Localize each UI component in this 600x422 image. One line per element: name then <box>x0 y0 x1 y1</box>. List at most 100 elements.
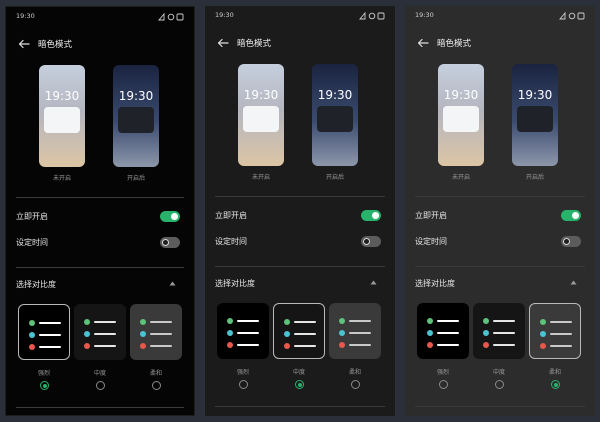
page-title: 暗色模式 <box>237 39 272 49</box>
phone-panel-soft: 19:30 暗色模式 19:30 19:30 未开启 开启后 立即开启 设定时间… <box>405 6 595 416</box>
preview-time: 19:30 <box>317 88 353 102</box>
contrast-option-label: 强烈 <box>236 369 249 376</box>
contrast-option-soft[interactable] <box>529 303 581 359</box>
contrast-radio-soft[interactable] <box>351 380 360 389</box>
phone-panel-strong: 19:30 暗色模式 19:30 19:30 未开启 开启后 立即开启 设定时间… <box>5 6 195 416</box>
green-dot-icon <box>140 319 146 325</box>
preview-off-label: 未开启 <box>52 175 71 182</box>
preview-off: 19:30 <box>39 65 85 167</box>
text-line-icon <box>437 344 459 346</box>
preview-time: 19:30 <box>44 89 80 103</box>
contrast-section-header[interactable]: 选择对比度 <box>215 277 385 291</box>
back-arrow-icon[interactable] <box>417 38 429 48</box>
contrast-section-title: 选择对比度 <box>415 279 455 288</box>
contrast-option-soft[interactable] <box>329 303 381 359</box>
contrast-option-medium[interactable] <box>273 303 325 359</box>
divider <box>215 406 385 407</box>
preview-on: 19:30 <box>312 64 358 166</box>
schedule-toggle[interactable] <box>160 237 180 248</box>
signal-icon <box>359 12 366 20</box>
status-bar: 19:30 <box>415 11 585 21</box>
setting-row-schedule[interactable]: 设定时间 <box>415 234 585 250</box>
contrast-radio-soft[interactable] <box>152 381 161 390</box>
chevron-up-icon[interactable] <box>370 280 377 285</box>
preview-widget <box>118 107 154 133</box>
red-dot-icon <box>540 343 546 349</box>
cyan-dot-icon <box>140 331 146 337</box>
title-bar: 暗色模式 <box>213 36 387 52</box>
schedule-toggle[interactable] <box>561 236 581 247</box>
green-dot-icon <box>29 320 35 326</box>
text-line-icon <box>94 321 116 323</box>
preview-time: 19:30 <box>243 88 279 102</box>
contrast-option-medium[interactable] <box>473 303 525 359</box>
back-arrow-icon[interactable] <box>18 39 30 49</box>
contrast-radio-medium[interactable] <box>295 380 304 389</box>
contrast-radio-soft[interactable] <box>551 380 560 389</box>
text-line-icon <box>294 333 316 335</box>
contrast-section-header[interactable]: 选择对比度 <box>415 277 585 291</box>
contrast-radio-strong[interactable] <box>239 380 248 389</box>
contrast-option-soft[interactable] <box>130 304 182 360</box>
red-dot-icon <box>427 342 433 348</box>
wifi-icon <box>368 12 376 20</box>
signal-icon <box>158 13 165 21</box>
contrast-radio-medium[interactable] <box>495 380 504 389</box>
green-dot-icon <box>483 318 489 324</box>
toggle-knob <box>171 213 178 220</box>
chevron-up-icon[interactable] <box>570 280 577 285</box>
contrast-radio-medium[interactable] <box>96 381 105 390</box>
text-line-icon <box>237 332 259 334</box>
preview-time: 19:30 <box>517 88 553 102</box>
cyan-dot-icon <box>339 330 345 336</box>
contrast-radio-strong[interactable] <box>40 381 49 390</box>
toggle-knob <box>372 212 379 219</box>
chevron-up-icon[interactable] <box>169 281 176 286</box>
cyan-dot-icon <box>427 330 433 336</box>
contrast-option-strong[interactable] <box>217 303 269 359</box>
preview-widget <box>443 106 479 132</box>
setting-row-enable-now[interactable]: 立即开启 <box>16 209 184 225</box>
back-arrow-icon[interactable] <box>217 38 229 48</box>
contrast-option-label: 柔和 <box>348 369 361 376</box>
status-time: 19:30 <box>415 11 434 19</box>
preview-on-label: 开启后 <box>525 174 544 181</box>
contrast-section-header[interactable]: 选择对比度 <box>16 278 184 292</box>
preview-widget <box>317 106 353 132</box>
text-line-icon <box>237 320 259 322</box>
setting-label: 设定时间 <box>415 237 447 246</box>
text-line-icon <box>349 332 371 334</box>
contrast-option-strong[interactable] <box>18 304 70 360</box>
cyan-dot-icon <box>84 331 90 337</box>
divider <box>415 196 585 197</box>
contrast-option-medium[interactable] <box>74 304 126 360</box>
contrast-radio-strong[interactable] <box>439 380 448 389</box>
text-line-icon <box>493 332 515 334</box>
enable-now-toggle[interactable] <box>361 210 381 221</box>
setting-row-schedule[interactable]: 设定时间 <box>215 234 385 250</box>
status-icons <box>559 12 585 20</box>
page-title: 暗色模式 <box>38 40 73 50</box>
contrast-option-label: 柔和 <box>548 369 561 376</box>
setting-label: 立即开启 <box>16 212 48 221</box>
divider <box>16 197 184 198</box>
divider <box>16 267 184 268</box>
red-dot-icon <box>227 342 233 348</box>
setting-label: 设定时间 <box>16 238 48 247</box>
title-bar: 暗色模式 <box>14 37 186 53</box>
contrast-option-label: 中度 <box>93 370 106 377</box>
page-title: 暗色模式 <box>437 39 472 49</box>
status-bar: 19:30 <box>215 11 385 21</box>
setting-label: 立即开启 <box>215 211 247 220</box>
preview-on: 19:30 <box>113 65 159 167</box>
setting-row-enable-now[interactable]: 立即开启 <box>215 208 385 224</box>
schedule-toggle[interactable] <box>361 236 381 247</box>
setting-row-schedule[interactable]: 设定时间 <box>16 235 184 251</box>
setting-row-enable-now[interactable]: 立即开启 <box>415 208 585 224</box>
text-line-icon <box>550 321 572 323</box>
text-line-icon <box>237 344 259 346</box>
enable-now-toggle[interactable] <box>160 211 180 222</box>
text-line-icon <box>39 322 61 324</box>
contrast-option-strong[interactable] <box>417 303 469 359</box>
enable-now-toggle[interactable] <box>561 210 581 221</box>
